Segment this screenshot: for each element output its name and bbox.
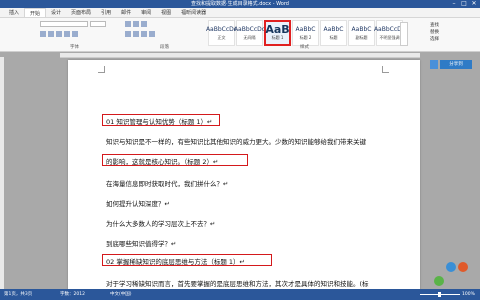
tab-design[interactable]: 设计 — [46, 8, 66, 17]
style-normal[interactable]: AaBbCcDc 正文 — [205, 20, 238, 46]
tab-review[interactable]: 审阅 — [136, 8, 156, 17]
zoom-slider-thumb[interactable] — [438, 292, 441, 297]
network-icon[interactable] — [434, 276, 444, 286]
styles-group-label: 样式 — [300, 45, 309, 50]
doc-paragraph[interactable]: 对于学习稀缺知识而言，首先要掌握的是底层思维和方法，其次才是具体的知识和技能。(… — [106, 278, 369, 288]
style-name: 标题 — [329, 35, 338, 40]
style-heading-2[interactable]: AaBbC 标题 2 — [292, 20, 319, 46]
title-bar: 查找和提取数据·生成目录格式.docx - Word – □ ✕ — [0, 0, 480, 8]
page-counter[interactable]: 第1页，共3页 — [4, 289, 32, 300]
doc-heading-1[interactable]: 01 知识管理与认知优势（标题 1）↵ — [106, 116, 213, 126]
close-icon[interactable]: ✕ — [470, 0, 478, 8]
font-name-select[interactable] — [40, 21, 88, 27]
replace-button[interactable]: 替换 — [430, 29, 474, 36]
font-color-icon[interactable] — [72, 31, 78, 37]
font-group-label: 字体 — [70, 45, 79, 50]
justify-icon[interactable] — [149, 31, 155, 37]
style-sample: AaBbC — [323, 26, 344, 33]
doc-paragraph[interactable]: 如何提升认知深度？↵ — [106, 198, 170, 208]
style-name: 正文 — [217, 35, 226, 40]
doc-paragraph[interactable]: 到底哪些知识值得学？↵ — [106, 238, 176, 248]
share-icon[interactable] — [430, 60, 438, 69]
paragraph-group-label: 段落 — [160, 45, 169, 50]
zoom-level[interactable]: 100% — [462, 289, 475, 300]
maximize-icon[interactable]: □ — [460, 0, 468, 8]
italic-icon[interactable] — [48, 31, 54, 37]
numbering-icon[interactable] — [133, 21, 139, 27]
styles-gallery: AaBbCcDc 正文 AaBbCcDc 无间隔 AaB 标题 1 AaBbC … — [205, 20, 405, 46]
align-center-icon[interactable] — [133, 31, 139, 37]
ribbon: 字体 段落 AaBbCcDc 正文 AaBbCcDc 无间隔 AaB 标题 1 … — [0, 18, 480, 52]
style-gallery-scroll[interactable] — [400, 22, 408, 46]
style-subtle-emphasis[interactable]: AaBbCcDc 不明显强调 — [374, 20, 405, 46]
tab-home[interactable]: 开始 — [24, 8, 47, 17]
find-button[interactable]: 查找 — [430, 22, 474, 29]
tab-view[interactable]: 视图 — [156, 8, 176, 17]
bold-icon[interactable] — [40, 31, 46, 37]
style-name: 副标题 — [355, 35, 368, 40]
horizontal-ruler — [60, 53, 420, 58]
notification-icon[interactable] — [458, 262, 468, 272]
tab-foxit[interactable]: 福昕阅读器 — [176, 8, 211, 17]
tab-layout[interactable]: 页面布局 — [66, 8, 96, 17]
font-size-select[interactable] — [90, 21, 106, 27]
style-heading-1[interactable]: AaB 标题 1 — [264, 20, 291, 46]
style-name: 标题 2 — [299, 35, 312, 40]
margin-corner-mark — [98, 66, 105, 73]
style-title[interactable]: AaBbC 标题 — [320, 20, 347, 46]
tab-insert[interactable]: 插入 — [4, 8, 24, 17]
doc-paragraph[interactable]: 知识与知识是不一样的，有些知识比其他知识的威力更大。少数的知识能够给我们带来关键 — [106, 136, 366, 146]
style-name: 标题 1 — [271, 35, 284, 40]
style-no-spacing[interactable]: AaBbCcDc 无间隔 — [233, 20, 266, 46]
style-sample: AaB — [265, 23, 290, 36]
editing-group: 查找 替换 选择 — [430, 22, 474, 43]
status-bar: 第1页，共3页 字数：2012 中文(中国) 100% — [0, 289, 480, 300]
underline-icon[interactable] — [56, 31, 62, 37]
style-name: 不明显强调 — [379, 35, 400, 40]
minimize-icon[interactable]: – — [450, 0, 458, 8]
bullets-icon[interactable] — [125, 21, 131, 27]
strikethrough-icon[interactable] — [64, 31, 70, 37]
align-right-icon[interactable] — [141, 31, 147, 37]
align-left-icon[interactable] — [125, 31, 131, 37]
document-page[interactable]: 01 知识管理与认知优势（标题 1）↵ 知识与知识是不一样的，有些知识比其他知识… — [68, 60, 420, 300]
ribbon-tabs: 插入 开始 设计 页面布局 引用 邮件 审阅 视图 福昕阅读器 — [0, 8, 480, 18]
tab-mailings[interactable]: 邮件 — [116, 8, 136, 17]
assistant-icon[interactable] — [446, 262, 456, 272]
style-subtitle[interactable]: AaBbC 副标题 — [348, 20, 375, 46]
doc-paragraph[interactable]: 为什么大多数人的学习层次上不去？↵ — [106, 218, 215, 228]
style-sample: AaBbC — [295, 26, 316, 33]
select-button[interactable]: 选择 — [430, 36, 474, 43]
doc-heading-1[interactable]: 02 掌握稀缺知识的底层思维与方法（标题 1）↵ — [106, 256, 245, 266]
word-count[interactable]: 字数：2012 — [60, 289, 85, 300]
style-sample: AaBbCcDc — [233, 26, 266, 33]
doc-paragraph[interactable]: 在海量信息即时获取时代，我们拼什么？↵ — [106, 178, 228, 188]
share-button[interactable]: 分享到 — [440, 60, 472, 69]
multilevel-icon[interactable] — [141, 21, 147, 27]
style-name: 无间隔 — [243, 35, 256, 40]
style-sample: AaBbCcDc — [205, 26, 238, 33]
tab-references[interactable]: 引用 — [96, 8, 116, 17]
window-title: 查找和提取数据·生成目录格式.docx - Word — [191, 1, 289, 7]
vertical-ruler — [0, 57, 4, 289]
doc-heading-2[interactable]: 的影响，这就是核心知识。（标题 2）↵ — [106, 156, 218, 166]
language-indicator[interactable]: 中文(中国) — [110, 289, 132, 300]
margin-corner-mark — [382, 66, 389, 73]
style-sample: AaBbC — [351, 26, 372, 33]
